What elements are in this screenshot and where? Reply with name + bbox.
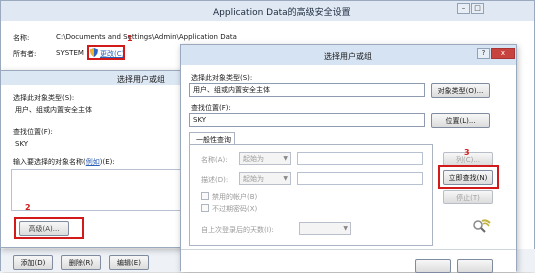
object-names-label-post: )(E):	[99, 158, 115, 166]
query-name-label: 名称(A):	[201, 156, 228, 164]
front-location-value: SKY	[189, 113, 425, 127]
query-description-label: 描述(D):	[201, 176, 229, 184]
select-users-window-front: 选择用户或组 ? x 选择此对象类型(S): 用户、组或内置安全主体 对象类型(…	[180, 44, 517, 273]
description-query-input[interactable]	[297, 172, 423, 185]
examples-link[interactable]: 例如	[86, 158, 100, 166]
highlight-box-1	[87, 45, 125, 60]
front-location-label: 查找位置(F):	[191, 104, 231, 112]
front-object-type-label: 选择此对象类型(S):	[191, 74, 253, 82]
owner-label: 所有者:	[13, 50, 37, 58]
remove-button[interactable]: 删除(R)	[61, 255, 101, 270]
minimize-button[interactable]: –	[457, 3, 470, 14]
object-type-label: 选择此对象类型(S):	[13, 94, 75, 102]
object-type-value: 用户、组或内置安全主体	[11, 103, 201, 117]
disabled-accounts-checkbox[interactable]	[201, 192, 209, 200]
non-expiring-password-label: 不过期密码(X)	[212, 205, 258, 213]
highlight-box-3	[438, 165, 499, 189]
location-value: SKY	[11, 137, 201, 151]
select-users-back-titlebar: 选择用户或组	[1, 71, 204, 85]
edit-button[interactable]: 编辑(E)	[109, 255, 149, 270]
owner-value: SYSTEM	[56, 49, 84, 57]
select-users-window-back: 选择用户或组 选择此对象类型(S): 用户、组或内置安全主体 查找位置(F): …	[0, 70, 205, 248]
name-match-combo[interactable]: 起始为 ▼	[239, 152, 291, 165]
description-match-combo[interactable]: 起始为 ▼	[239, 172, 291, 185]
search-users-icon	[473, 219, 491, 233]
front-object-type-value: 用户、组或内置安全主体	[189, 83, 425, 97]
name-match-combo-value: 起始为	[243, 155, 264, 163]
chevron-down-icon: ▼	[283, 175, 288, 182]
close-button[interactable]: x	[491, 48, 515, 59]
locations-button[interactable]: 位置(L)...	[431, 113, 490, 128]
non-expiring-password-checkbox[interactable]	[201, 204, 209, 212]
select-users-back-title: 选择用户或组	[117, 75, 165, 84]
maximize-button[interactable]: □	[471, 3, 484, 14]
disabled-accounts-label: 禁用的帐户(B)	[212, 193, 258, 201]
days-since-logon-combo[interactable]: ▼	[299, 222, 351, 235]
select-users-front-titlebar: 选择用户或组 ? x	[181, 45, 516, 65]
step-marker-1: 1	[127, 34, 133, 43]
add-button[interactable]: 添加(D)	[13, 255, 53, 270]
object-names-label: 输入要选择的对象名称(例如)(E):	[13, 157, 115, 167]
name-label: 名称:	[13, 34, 30, 42]
advanced-security-titlebar: Application Data的高级安全设置 – □	[1, 1, 534, 21]
chevron-down-icon: ▼	[343, 225, 348, 232]
name-value: C:\Documents and Settings\Admin\Applicat…	[56, 33, 237, 41]
step-marker-3: 3	[464, 148, 470, 157]
chevron-down-icon: ▼	[283, 155, 288, 162]
days-since-logon-label: 自上次登录后的天数(I):	[201, 226, 274, 234]
advanced-security-title: Application Data的高级安全设置	[213, 8, 351, 18]
object-names-input[interactable]	[11, 169, 201, 211]
select-users-front-title: 选择用户或组	[324, 52, 372, 61]
step-marker-2: 2	[25, 203, 31, 212]
description-match-combo-value: 起始为	[243, 175, 264, 183]
help-button[interactable]: ?	[477, 48, 490, 59]
highlight-box-2	[14, 217, 84, 239]
location-label: 查找位置(F):	[13, 128, 53, 136]
object-types-button[interactable]: 对象类型(O)...	[431, 83, 490, 98]
object-names-label-pre: 输入要选择的对象名称(	[13, 158, 86, 166]
stop-button[interactable]: 停止(T)	[443, 190, 493, 204]
name-query-input[interactable]	[297, 152, 423, 165]
